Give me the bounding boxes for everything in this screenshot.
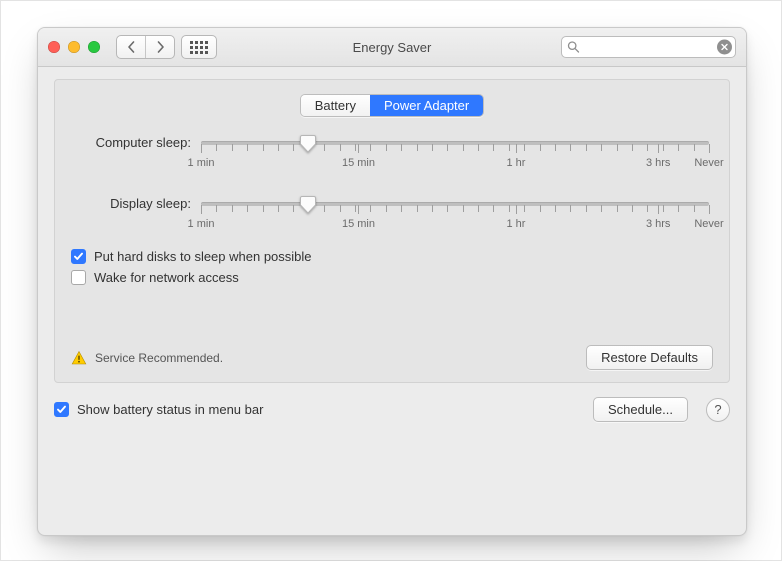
titlebar: Energy Saver — [38, 28, 746, 67]
show-battery-status-checkbox[interactable]: Show battery status in menu bar — [54, 402, 263, 417]
bottom-bar: Show battery status in menu bar Schedule… — [54, 397, 730, 422]
page-frame: Energy Saver Battery Power Adapter — [0, 0, 782, 561]
wake-network-label: Wake for network access — [94, 270, 239, 285]
zoom-icon[interactable] — [88, 41, 100, 53]
close-icon[interactable] — [48, 41, 60, 53]
checkbox-icon — [54, 402, 69, 417]
settings-panel: Battery Power Adapter Computer sleep: 1 … — [54, 79, 730, 383]
hard-disk-sleep-checkbox[interactable]: Put hard disks to sleep when possible — [71, 249, 713, 264]
toolbar-buttons — [116, 35, 217, 59]
tick-label: 15 min — [342, 157, 375, 169]
tab-segment: Battery Power Adapter — [300, 94, 484, 117]
computer-sleep-label: Computer sleep: — [71, 135, 191, 150]
service-message: Service Recommended. — [95, 351, 223, 365]
computer-sleep-slider[interactable]: 1 min 15 min 1 hr 3 hrs Never — [201, 135, 709, 170]
back-button[interactable] — [117, 36, 146, 58]
close-x-icon — [721, 44, 728, 51]
chevron-right-icon — [156, 41, 165, 53]
schedule-button[interactable]: Schedule... — [593, 397, 688, 422]
restore-defaults-button[interactable]: Restore Defaults — [586, 345, 713, 370]
help-button[interactable]: ? — [706, 398, 730, 422]
search-input[interactable] — [561, 36, 736, 58]
clear-search-button[interactable] — [717, 40, 732, 55]
tick-label: 1 hr — [506, 218, 525, 230]
tick-label: 3 hrs — [646, 157, 670, 169]
minimize-icon[interactable] — [68, 41, 80, 53]
wake-network-checkbox[interactable]: Wake for network access — [71, 270, 713, 285]
traffic-lights — [48, 41, 100, 53]
window-body: Battery Power Adapter Computer sleep: 1 … — [38, 67, 746, 535]
prefs-window: Energy Saver Battery Power Adapter — [37, 27, 747, 536]
help-icon: ? — [714, 402, 721, 417]
computer-sleep-row: Computer sleep: 1 min 15 min 1 hr 3 hrs … — [71, 135, 713, 170]
tabs: Battery Power Adapter — [71, 94, 713, 117]
show-all-button[interactable] — [181, 35, 217, 59]
display-sleep-row: Display sleep: 1 min 15 min 1 hr 3 hrs N… — [71, 196, 713, 231]
tab-power-adapter[interactable]: Power Adapter — [370, 95, 483, 116]
checkbox-icon — [71, 270, 86, 285]
tick-label: 1 hr — [506, 157, 525, 169]
warning-icon — [71, 350, 87, 366]
tick-label: Never — [694, 218, 723, 230]
options-checks: Put hard disks to sleep when possible Wa… — [71, 249, 713, 285]
grid-icon — [190, 41, 208, 54]
hard-disk-sleep-label: Put hard disks to sleep when possible — [94, 249, 312, 264]
panel-footer: Service Recommended. Restore Defaults — [71, 345, 713, 370]
forward-button[interactable] — [146, 36, 174, 58]
tab-battery[interactable]: Battery — [301, 95, 370, 116]
nav-back-forward — [116, 35, 175, 59]
tick-label: 15 min — [342, 218, 375, 230]
checkbox-icon — [71, 249, 86, 264]
tick-label: Never — [694, 157, 723, 169]
display-sleep-label: Display sleep: — [71, 196, 191, 211]
tick-label: 3 hrs — [646, 218, 670, 230]
tick-label: 1 min — [188, 218, 215, 230]
tick-label: 1 min — [188, 157, 215, 169]
chevron-left-icon — [127, 41, 136, 53]
show-battery-status-label: Show battery status in menu bar — [77, 402, 263, 417]
search-field[interactable] — [561, 36, 736, 58]
display-sleep-slider[interactable]: 1 min 15 min 1 hr 3 hrs Never — [201, 196, 709, 231]
